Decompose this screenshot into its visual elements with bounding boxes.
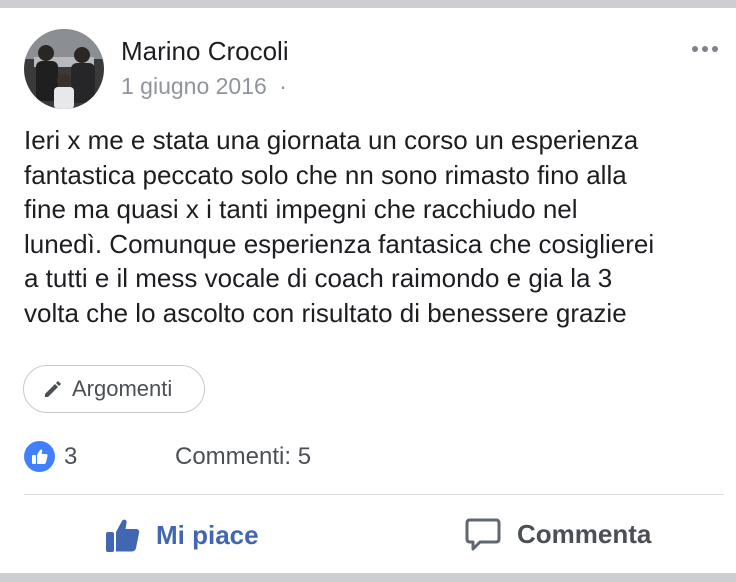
thumbs-up-icon[interactable] — [24, 441, 55, 472]
topics-button[interactable]: Argomenti — [23, 365, 205, 413]
like-button[interactable]: Mi piace — [104, 516, 259, 554]
top-separator — [0, 0, 736, 8]
like-button-label: Mi piace — [156, 519, 259, 550]
more-dot — [712, 46, 718, 52]
more-horizontal-icon — [692, 46, 698, 52]
avatar[interactable] — [24, 29, 104, 109]
date-separator: · — [279, 73, 287, 99]
post-text: Ieri x me e stata una giornata un corso … — [24, 125, 655, 328]
topics-label: Argomenti — [72, 376, 173, 401]
more-options-button[interactable] — [692, 46, 718, 52]
comment-button[interactable]: Commenta — [465, 516, 651, 552]
post-date-text: 1 giugno 2016 — [121, 73, 267, 99]
like-count[interactable]: 3 — [64, 443, 77, 471]
post-date[interactable]: 1 giugno 2016 · — [121, 73, 287, 100]
comment-count[interactable]: Commenti: 5 — [175, 443, 311, 471]
comment-button-label: Commenta — [517, 518, 652, 549]
thumbs-up-icon — [106, 519, 140, 552]
speech-bubble-icon — [465, 518, 501, 551]
divider — [24, 494, 724, 495]
bottom-separator — [0, 573, 736, 582]
more-dot — [702, 46, 708, 52]
author-name[interactable]: Marino Crocoli — [121, 36, 289, 67]
pencil-icon — [45, 381, 61, 397]
